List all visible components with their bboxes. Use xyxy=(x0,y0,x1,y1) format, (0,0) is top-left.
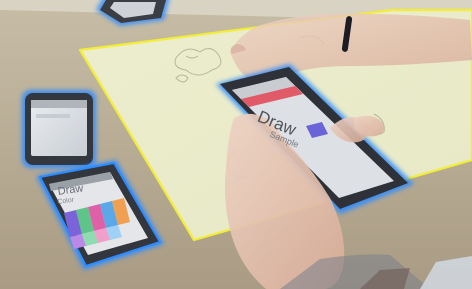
photo-illustration xyxy=(0,0,472,289)
photo-scene: Draw Sample Draw Color xyxy=(0,0,472,289)
phone-left-middle xyxy=(22,90,96,168)
